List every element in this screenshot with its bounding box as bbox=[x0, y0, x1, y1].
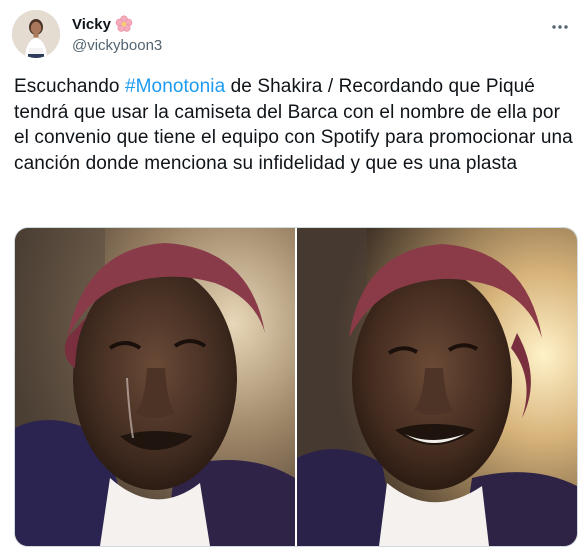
tweet: Vicky @vickyboon3 Escuchando #Monotonia … bbox=[0, 0, 588, 559]
cherry-blossom-icon bbox=[115, 15, 133, 33]
media-grid bbox=[14, 227, 578, 547]
smiling-man-photo[interactable] bbox=[297, 228, 577, 546]
crying-man-photo[interactable] bbox=[15, 228, 295, 546]
name-row: Vicky bbox=[72, 14, 162, 34]
hashtag-link[interactable]: #Monotonia bbox=[125, 76, 225, 97]
user-info: Vicky @vickyboon3 bbox=[72, 14, 162, 54]
avatar[interactable] bbox=[12, 10, 60, 58]
avatar-image bbox=[12, 10, 60, 58]
tweet-text: Escuchando #Monotonia de Shakira / Recor… bbox=[14, 74, 580, 176]
more-options-button[interactable] bbox=[546, 14, 574, 38]
tweet-header: Vicky @vickyboon3 bbox=[12, 8, 576, 58]
tweet-text-start: Escuchando bbox=[14, 76, 125, 97]
display-name[interactable]: Vicky bbox=[72, 16, 111, 33]
user-handle[interactable]: @vickyboon3 bbox=[72, 37, 162, 54]
more-dots-icon bbox=[551, 17, 569, 35]
